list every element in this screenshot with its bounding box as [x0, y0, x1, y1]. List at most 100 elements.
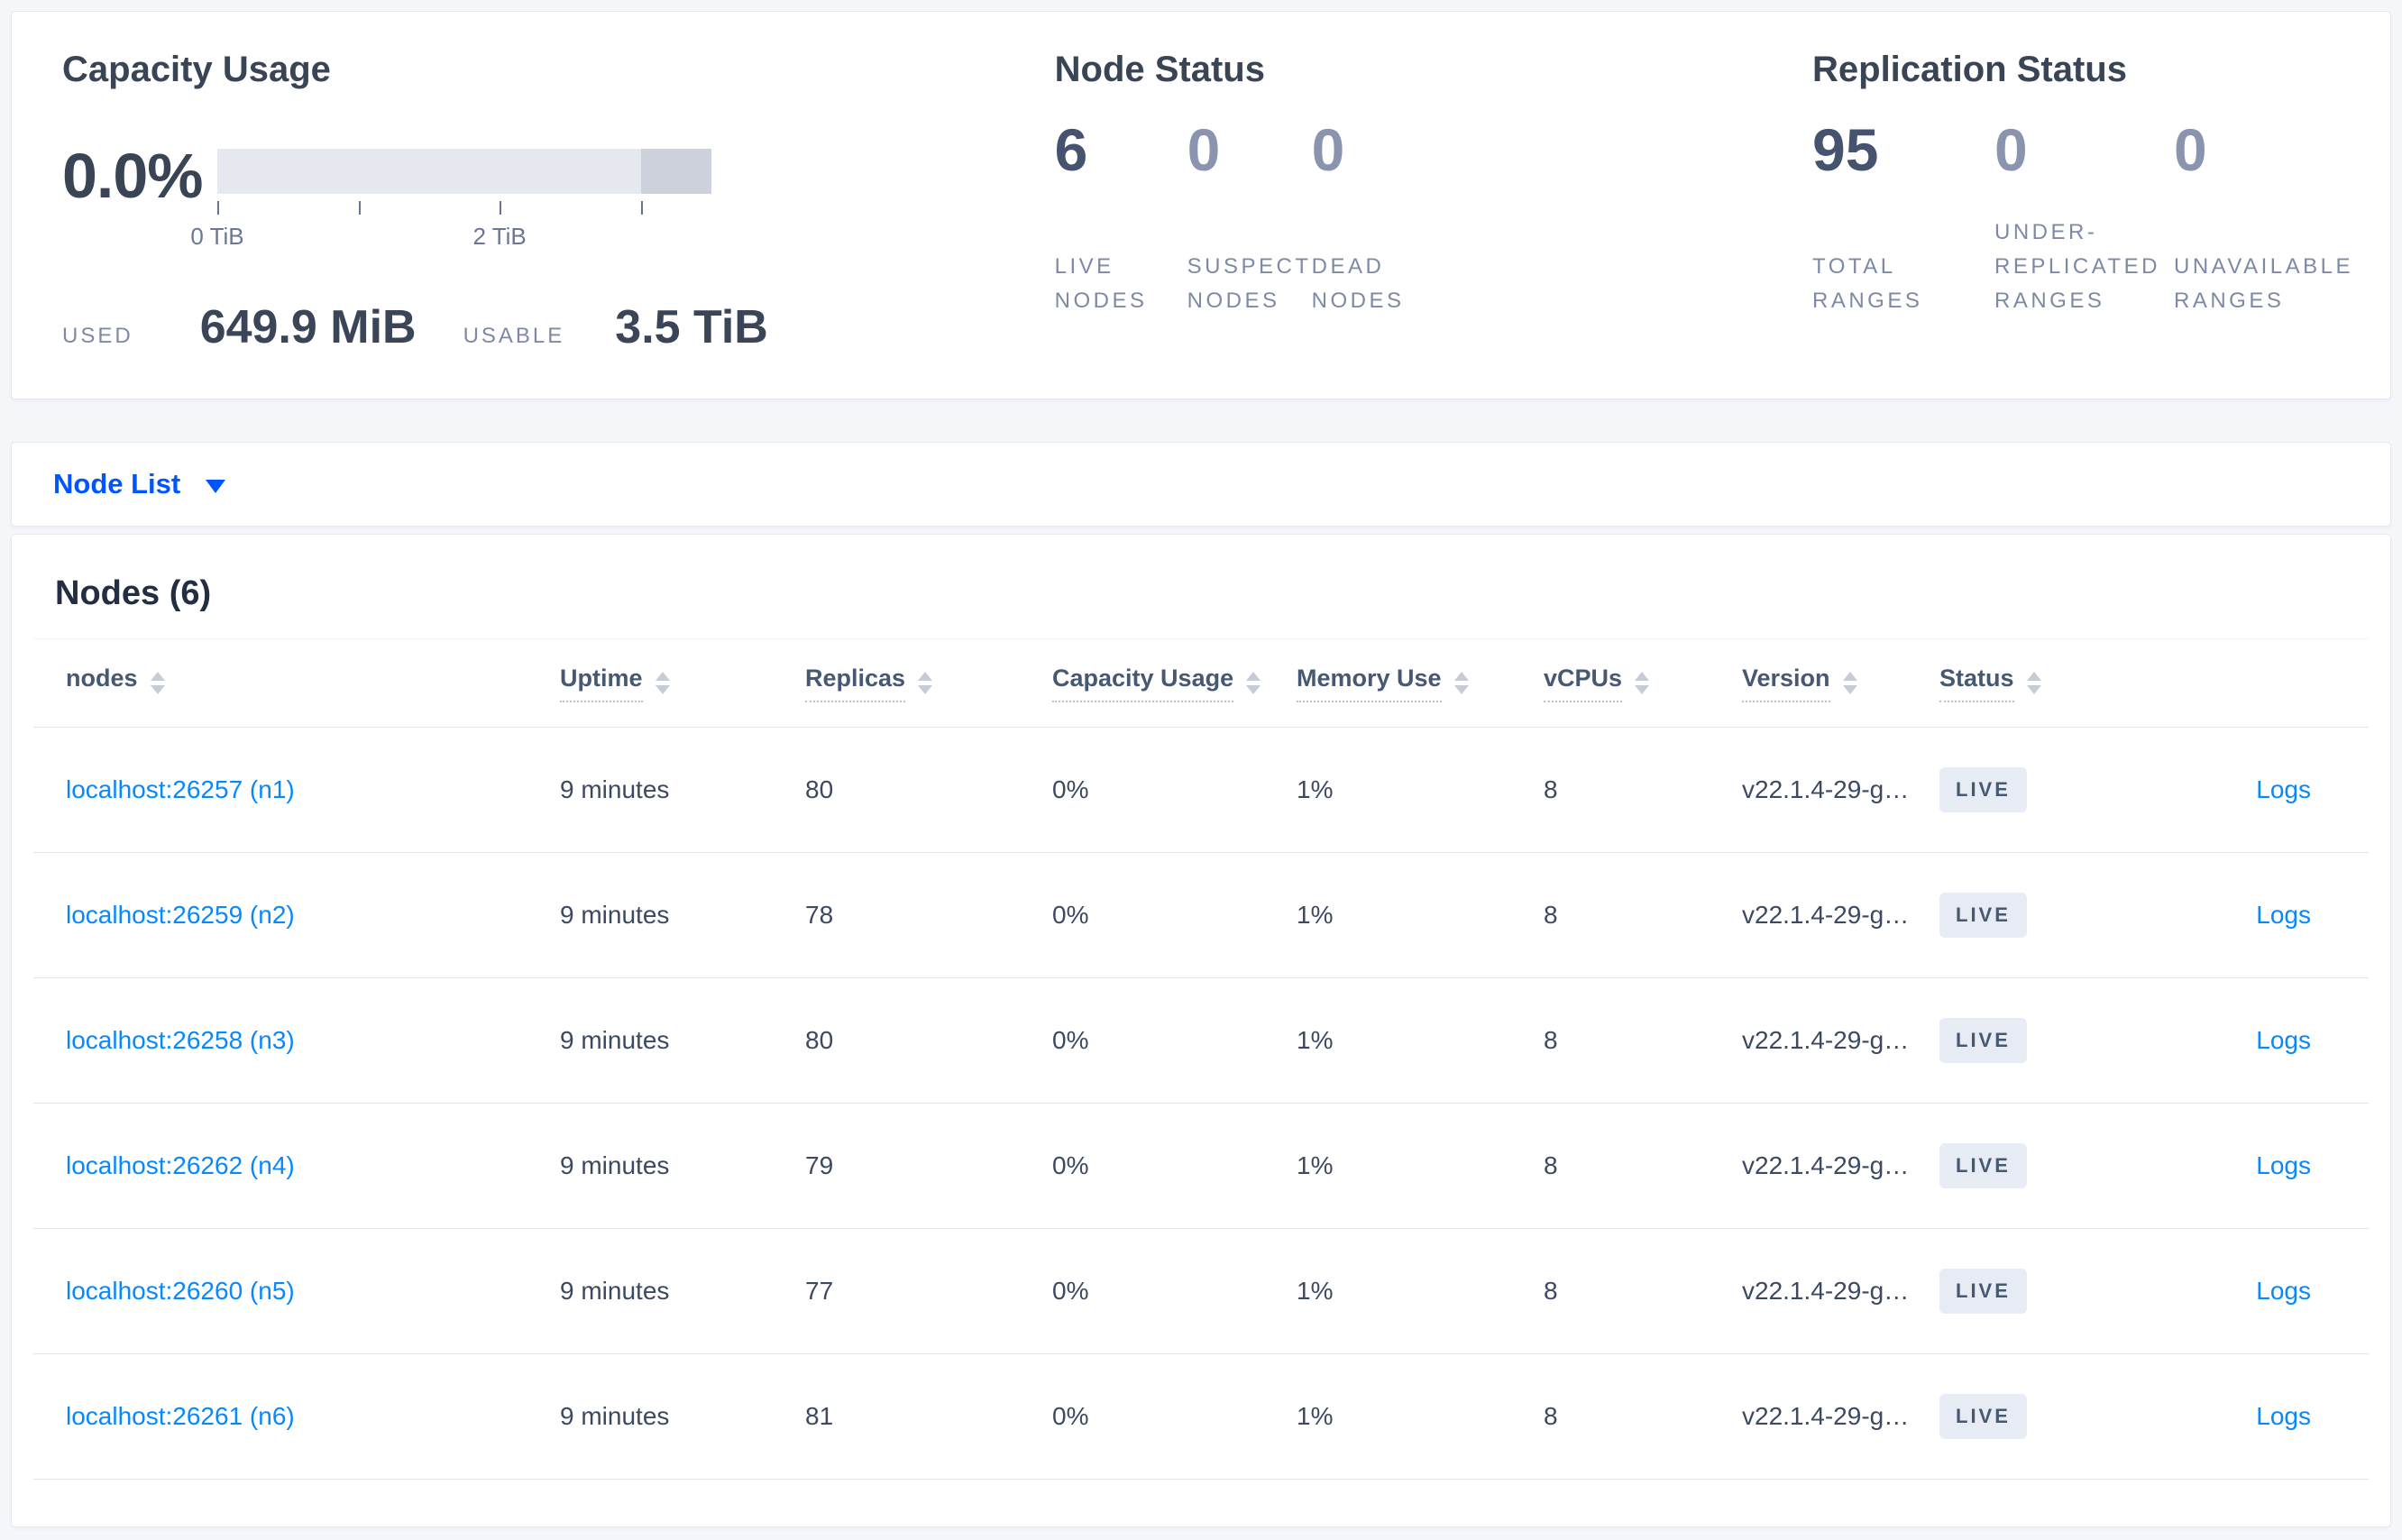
- sort-icon[interactable]: [918, 672, 933, 694]
- vcpus-cell: 8: [1544, 775, 1558, 803]
- node-link[interactable]: localhost:26259 (n2): [66, 901, 295, 929]
- sort-icon[interactable]: [2026, 672, 2041, 694]
- status-badge: LIVE: [1939, 767, 2027, 812]
- live-nodes-stat: 6 LIVE NODES: [1055, 120, 1187, 318]
- sort-icon[interactable]: [1635, 672, 1650, 694]
- table-row: localhost:26262 (n4) 9 minutes 79 0% 1% …: [33, 1104, 2369, 1229]
- capacity-usage-cell: 0%: [1052, 1026, 1089, 1054]
- sort-icon[interactable]: [1842, 672, 1857, 694]
- sort-icon[interactable]: [655, 672, 670, 694]
- capacity-bar-tick-labels: 0 TiB 2 TiB: [190, 223, 711, 252]
- node-link[interactable]: localhost:26257 (n1): [66, 775, 295, 803]
- replicas-cell: 77: [805, 1277, 834, 1305]
- node-status-title: Node Status: [1054, 50, 1265, 89]
- sort-icon[interactable]: [150, 672, 165, 694]
- capacity-bar-tick: [500, 201, 502, 215]
- logs-link[interactable]: Logs: [2256, 901, 2311, 929]
- replicas-cell: 79: [805, 1151, 834, 1179]
- column-header-vcpus[interactable]: vCPUs: [1544, 665, 1742, 702]
- capacity-bar: 0 TiB 2 TiB: [190, 149, 711, 252]
- version-cell: v22.1.4-29-g…: [1742, 775, 1910, 803]
- chevron-down-icon[interactable]: [206, 479, 226, 493]
- usable-label: USABLE: [463, 324, 565, 348]
- logs-link[interactable]: Logs: [2256, 1402, 2311, 1430]
- uptime-cell: 9 minutes: [560, 901, 670, 929]
- sort-icon[interactable]: [1246, 672, 1261, 694]
- logs-link[interactable]: Logs: [2256, 1277, 2311, 1305]
- node-link[interactable]: localhost:26261 (n6): [66, 1402, 295, 1430]
- live-nodes-label: LIVE NODES: [1054, 254, 1148, 313]
- vcpus-cell: 8: [1544, 1026, 1558, 1054]
- capacity-bar-tick: [217, 201, 219, 215]
- total-ranges-label: TOTAL RANGES: [1812, 254, 1923, 313]
- capacity-bar-tick-label: 2 TiB: [472, 223, 527, 250]
- usable-value: 3.5 TiB: [615, 301, 768, 353]
- dead-nodes-value: 0: [1311, 116, 1345, 183]
- memory-use-cell: 1%: [1297, 1402, 1334, 1430]
- vcpus-cell: 8: [1544, 1277, 1558, 1305]
- status-badge: LIVE: [1939, 1269, 2027, 1314]
- capacity-usage-cell: 0%: [1052, 1277, 1089, 1305]
- column-header-version[interactable]: Version: [1742, 665, 1939, 702]
- column-header-memory-use[interactable]: Memory Use: [1297, 665, 1544, 702]
- capacity-bar-ticks: [217, 201, 711, 215]
- suspect-nodes-stat: 0 SUSPECT NODES: [1187, 120, 1312, 318]
- status-badge: LIVE: [1939, 893, 2027, 938]
- uptime-cell: 9 minutes: [560, 1402, 670, 1430]
- uptime-cell: 9 minutes: [560, 1151, 670, 1179]
- suspect-nodes-label: SUSPECT NODES: [1187, 254, 1312, 313]
- sort-icon[interactable]: [1453, 672, 1469, 694]
- logs-link[interactable]: Logs: [2256, 1151, 2311, 1179]
- table-row: localhost:26259 (n2) 9 minutes 78 0% 1% …: [33, 853, 2369, 978]
- status-badge: LIVE: [1939, 1394, 2027, 1439]
- view-selector-dropdown[interactable]: Node List: [53, 468, 180, 500]
- column-header-replicas[interactable]: Replicas: [805, 665, 1052, 702]
- memory-use-cell: 1%: [1297, 1277, 1334, 1305]
- uptime-cell: 9 minutes: [560, 1026, 670, 1054]
- replicas-cell: 81: [805, 1402, 834, 1430]
- view-selector-bar: Node List: [11, 442, 2391, 527]
- column-header-status[interactable]: Status: [1939, 665, 2120, 702]
- capacity-usage-cell: 0%: [1052, 1402, 1089, 1430]
- capacity-bar-track: [217, 149, 711, 194]
- table-row: localhost:26260 (n5) 9 minutes 77 0% 1% …: [33, 1229, 2369, 1354]
- used-label: USED: [62, 324, 133, 348]
- replication-status-panel: Replication Status 95 TOTAL RANGES 0 UND…: [1812, 48, 2390, 399]
- uptime-cell: 9 minutes: [560, 775, 670, 803]
- capacity-usage-panel: Capacity Usage 0.0% 0 TiB 2 TiB USED 649.…: [62, 48, 1055, 399]
- memory-use-cell: 1%: [1297, 1026, 1334, 1054]
- column-header-capacity-usage[interactable]: Capacity Usage: [1052, 665, 1297, 702]
- node-status-panel: Node Status 6 LIVE NODES 0 SUSPECT NODES…: [1055, 48, 1812, 399]
- capacity-bar-reserved-segment: [640, 149, 711, 194]
- nodes-section-title: Nodes (6): [55, 574, 212, 612]
- capacity-bar-tick: [640, 201, 643, 215]
- node-link[interactable]: localhost:26262 (n4): [66, 1151, 295, 1179]
- logs-link[interactable]: Logs: [2256, 1026, 2311, 1054]
- dead-nodes-label: DEAD NODES: [1311, 254, 1405, 313]
- vcpus-cell: 8: [1544, 1402, 1558, 1430]
- node-link[interactable]: localhost:26258 (n3): [66, 1026, 295, 1054]
- vcpus-cell: 8: [1544, 901, 1558, 929]
- replicas-cell: 80: [805, 775, 834, 803]
- version-cell: v22.1.4-29-g…: [1742, 901, 1910, 929]
- capacity-usage-cell: 0%: [1052, 901, 1089, 929]
- logs-link[interactable]: Logs: [2256, 775, 2311, 803]
- replicas-cell: 78: [805, 901, 834, 929]
- node-link[interactable]: localhost:26260 (n5): [66, 1277, 295, 1305]
- table-header: nodes Uptime Replicas Capacity Usage Mem…: [33, 638, 2369, 728]
- version-cell: v22.1.4-29-g…: [1742, 1151, 1910, 1179]
- nodes-table-card: Nodes (6) nodes Uptime Replicas Capacity…: [11, 534, 2391, 1527]
- vcpus-cell: 8: [1544, 1151, 1558, 1179]
- capacity-percent-value: 0.0%: [62, 141, 204, 211]
- table-row: localhost:26258 (n3) 9 minutes 80 0% 1% …: [33, 978, 2369, 1104]
- column-header-uptime[interactable]: Uptime: [560, 665, 805, 702]
- status-badge: LIVE: [1939, 1018, 2027, 1063]
- under-replicated-ranges-value: 0: [1994, 116, 2028, 183]
- live-nodes-value: 6: [1054, 116, 1088, 183]
- column-header-nodes[interactable]: nodes: [66, 665, 560, 702]
- total-ranges-stat: 95 TOTAL RANGES: [1812, 120, 1994, 318]
- capacity-usage-cell: 0%: [1052, 775, 1089, 803]
- replication-status-title: Replication Status: [1812, 50, 2127, 89]
- version-cell: v22.1.4-29-g…: [1742, 1277, 1910, 1305]
- uptime-cell: 9 minutes: [560, 1277, 670, 1305]
